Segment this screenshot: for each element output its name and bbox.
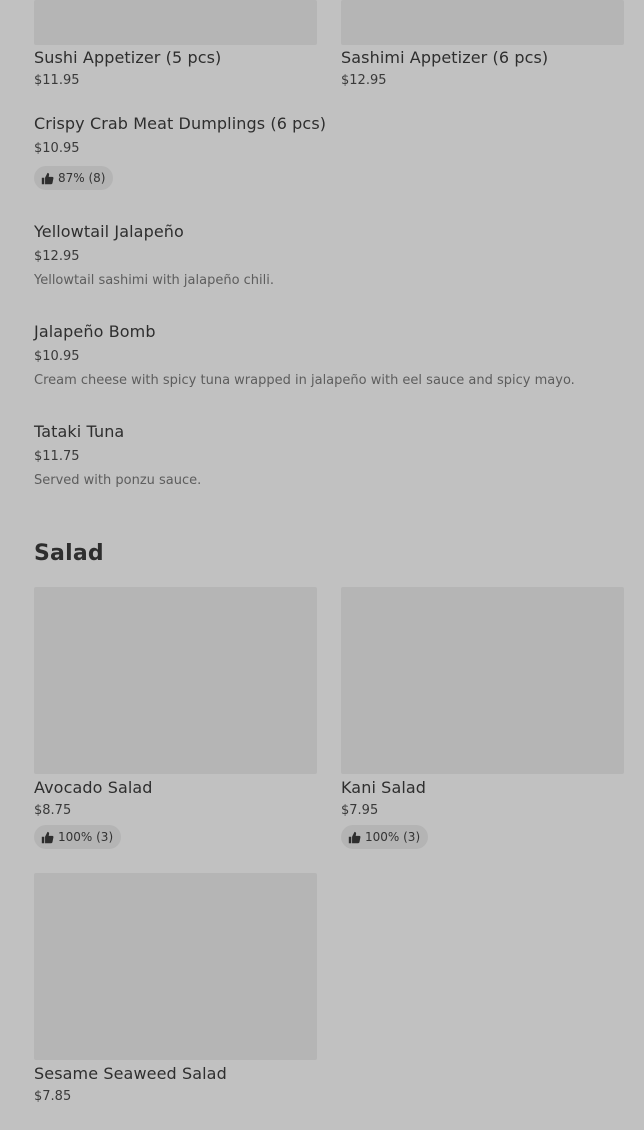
item-image: [341, 0, 624, 45]
item-name: Sashimi Appetizer (6 pcs): [341, 48, 549, 67]
item-image: [34, 587, 317, 774]
menu-item-jalapeno-bomb[interactable]: Jalapeño Bomb $10.95 Cream cheese with s…: [34, 320, 624, 396]
item-price: $11.95: [34, 73, 80, 88]
item-price: $12.95: [341, 73, 387, 88]
menu-item-card-sesame-seaweed-salad[interactable]: Sesame Seaweed Salad $7.85: [34, 873, 317, 1109]
item-description: Cream cheese with spicy tuna wrapped in …: [34, 373, 575, 388]
item-price: $10.95: [34, 141, 80, 156]
item-description: Served with ponzu sauce.: [34, 473, 202, 488]
item-price: $12.95: [34, 249, 80, 264]
item-price: $7.95: [341, 803, 379, 818]
item-name: Yellowtail Jalapeño: [34, 222, 184, 241]
rating-text: 100% (3): [365, 830, 421, 844]
item-name: Crispy Crab Meat Dumplings (6 pcs): [34, 114, 327, 133]
menu-item-card-kani-salad[interactable]: Kani Salad $7.95 100% (3): [341, 587, 624, 850]
thumbs-up-icon: [348, 831, 361, 843]
rating-badge: 100% (3): [341, 825, 429, 849]
item-name: Sushi Appetizer (5 pcs): [34, 48, 222, 67]
item-name: Avocado Salad: [34, 778, 153, 797]
item-name: Sesame Seaweed Salad: [34, 1064, 227, 1083]
item-image: [34, 0, 317, 45]
item-image: [341, 587, 624, 774]
rating-text: 87% (8): [58, 171, 106, 185]
menu-item-crispy-crab-dumplings[interactable]: Crispy Crab Meat Dumplings (6 pcs) $10.9…: [34, 112, 624, 194]
item-name: Jalapeño Bomb: [34, 322, 156, 341]
item-price: $7.85: [34, 1089, 72, 1104]
rating-badge: 87% (8): [34, 166, 114, 190]
item-image: [34, 873, 317, 1060]
item-description: Yellowtail sashimi with jalapeño chili.: [34, 273, 275, 288]
menu-item-tataki-tuna[interactable]: Tataki Tuna $11.75 Served with ponzu sau…: [34, 420, 624, 496]
menu-item-yellowtail-jalapeno[interactable]: Yellowtail Jalapeño $12.95 Yellowtail sa…: [34, 220, 624, 296]
menu-item-card-sashimi-appetizer[interactable]: Sashimi Appetizer (6 pcs) $12.95: [341, 0, 624, 92]
section-title-salad: Salad: [34, 541, 104, 566]
item-name: Kani Salad: [341, 778, 427, 797]
rating-text: 100% (3): [58, 830, 114, 844]
thumbs-up-icon: [41, 172, 54, 184]
item-name: Tataki Tuna: [34, 422, 125, 441]
item-price: $10.95: [34, 349, 80, 364]
menu-item-card-avocado-salad[interactable]: Avocado Salad $8.75 100% (3): [34, 587, 317, 850]
item-price: $8.75: [34, 803, 72, 818]
menu-item-card-sushi-appetizer[interactable]: Sushi Appetizer (5 pcs) $11.95: [34, 0, 317, 92]
item-price: $11.75: [34, 449, 80, 464]
thumbs-up-icon: [41, 831, 54, 843]
rating-badge: 100% (3): [34, 825, 122, 849]
